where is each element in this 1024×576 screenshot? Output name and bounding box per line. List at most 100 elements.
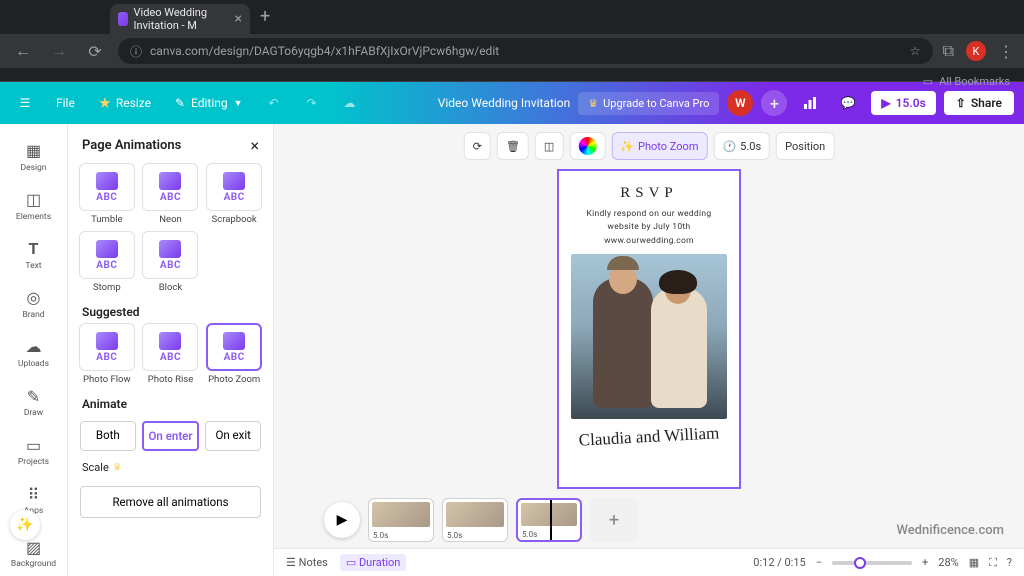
animation-block[interactable]: ABC xyxy=(142,231,198,279)
play-icon: ▶ xyxy=(881,96,890,110)
browser-chrome: Video Wedding Invitation - M × + ← → ⟳ ⓘ… xyxy=(0,0,1024,82)
animation-tumble[interactable]: ABC xyxy=(79,163,135,211)
timeline-frame-1[interactable]: 5.0s xyxy=(368,498,434,542)
timing-on-exit[interactable]: On exit xyxy=(205,421,261,451)
signature-text[interactable]: Claudia and William xyxy=(571,422,728,450)
animation-stomp[interactable]: ABC xyxy=(79,231,135,279)
color-wheel-icon xyxy=(578,137,596,155)
bottom-bar: ☰ Notes ▭ Duration 0:12 / 0:15 − + 28% ▦… xyxy=(274,548,1024,576)
scale-control[interactable]: Scale ♛ xyxy=(68,457,273,478)
bookmarks-label[interactable]: All Bookmarks xyxy=(939,75,1010,88)
split-button[interactable]: ◫ xyxy=(535,132,563,160)
url-input[interactable]: ⓘ canva.com/design/DAGTo6yqgb4/x1hFABfXj… xyxy=(118,38,933,64)
hamburger-menu[interactable]: ☰ xyxy=(10,88,40,118)
wedding-photo[interactable] xyxy=(571,254,727,419)
duration-selector[interactable]: 🕐 5.0s xyxy=(713,132,770,160)
undo-button[interactable]: ↶ xyxy=(259,88,289,118)
chevron-down-icon: ▼ xyxy=(234,98,243,109)
rsvp-heading[interactable]: RSVP xyxy=(571,185,727,202)
timeline: ▶ 5.0s 5.0s 5.0s + xyxy=(274,492,1024,548)
extensions-icon[interactable]: ⧉ xyxy=(943,41,954,61)
profile-avatar[interactable]: K xyxy=(966,41,986,61)
redo-button[interactable]: ↷ xyxy=(297,88,327,118)
remove-animations-button[interactable]: Remove all animations xyxy=(80,486,261,518)
rail-uploads[interactable]: ☁Uploads xyxy=(4,330,64,375)
elements-icon: ◫ xyxy=(24,190,44,210)
panel-close-button[interactable]: × xyxy=(250,136,259,155)
uploads-icon: ☁ xyxy=(24,337,44,357)
animation-selector[interactable]: ✨ Photo Zoom xyxy=(611,132,707,160)
resize-button[interactable]: Resize xyxy=(91,92,159,114)
upgrade-button[interactable]: ♛ Upgrade to Canva Pro xyxy=(578,92,719,115)
file-menu[interactable]: File xyxy=(48,92,83,114)
left-rail: ▦Design ◫Elements TText ◎Brand ☁Uploads … xyxy=(0,124,68,576)
star-icon[interactable]: ☆ xyxy=(910,44,921,58)
animation-photo-rise[interactable]: ABC xyxy=(142,323,198,371)
animation-neon[interactable]: ABC xyxy=(142,163,198,211)
share-button[interactable]: ⇧ Share xyxy=(944,91,1014,115)
timeline-frame-3[interactable]: 5.0s xyxy=(516,498,582,542)
timing-on-enter[interactable]: On enter xyxy=(142,421,200,451)
add-frame-button[interactable]: + xyxy=(590,498,638,542)
rail-draw[interactable]: ✎Draw xyxy=(4,380,64,425)
rsvp-body[interactable]: Kindly respond on our wedding website by… xyxy=(571,208,727,234)
fullscreen-button[interactable]: ⛶ xyxy=(989,556,997,570)
secure-icon: ⓘ xyxy=(130,43,142,60)
rail-brand[interactable]: ◎Brand xyxy=(4,281,64,326)
rail-design[interactable]: ▦Design xyxy=(4,134,64,179)
rail-background[interactable]: ▨Background xyxy=(4,531,64,576)
new-tab-button[interactable]: + xyxy=(260,6,270,27)
play-presentation-button[interactable]: ▶ 15.0s xyxy=(871,91,935,115)
animation-photo-zoom[interactable]: ABC xyxy=(206,323,262,371)
browser-menu-icon[interactable]: ⋮ xyxy=(998,42,1014,61)
pencil-icon: ✎ xyxy=(175,96,185,110)
user-avatar[interactable]: W xyxy=(727,90,753,116)
timeline-play-button[interactable]: ▶ xyxy=(324,502,360,538)
timing-both[interactable]: Both xyxy=(80,421,136,451)
playhead[interactable] xyxy=(550,498,552,542)
animation-photo-flow[interactable]: ABC xyxy=(79,323,135,371)
canvas-area[interactable]: ⟳ 🗑 ◫ ✨ Photo Zoom 🕐 5.0s Position RSVP … xyxy=(274,124,1024,576)
cloud-sync-icon[interactable]: ☁ xyxy=(335,88,365,118)
forward-button[interactable]: → xyxy=(46,38,72,64)
duration-button[interactable]: ▭ Duration xyxy=(340,554,407,571)
text-icon: T xyxy=(24,239,44,259)
grid-view-button[interactable]: ▦ xyxy=(969,556,979,569)
rail-text[interactable]: TText xyxy=(4,232,64,277)
rail-elements[interactable]: ◫Elements xyxy=(4,183,64,228)
back-button[interactable]: ← xyxy=(10,38,36,64)
animation-scrapbook[interactable]: ABC xyxy=(206,163,262,211)
notes-button[interactable]: ☰ Notes xyxy=(286,556,328,569)
position-button[interactable]: Position xyxy=(776,132,834,160)
canva-header: ☰ File Resize ✎ Editing ▼ ↶ ↷ ☁ Video We… xyxy=(0,82,1024,124)
share-icon: ⇧ xyxy=(956,96,966,110)
reload-button[interactable]: ⟳ xyxy=(82,38,108,64)
editing-button[interactable]: ✎ Editing ▼ xyxy=(167,92,251,114)
magic-button[interactable]: ✨ xyxy=(10,510,40,540)
color-button[interactable] xyxy=(569,132,605,160)
document-title[interactable]: Video Wedding Invitation xyxy=(438,96,571,110)
url-text: canva.com/design/DAGTo6yqgb4/x1hFABfXjIx… xyxy=(150,44,499,58)
zoom-value: 28% xyxy=(938,556,958,569)
design-icon: ▦ xyxy=(24,141,44,161)
favicon xyxy=(118,12,128,26)
rsvp-website[interactable]: www.ourwedding.com xyxy=(571,236,727,246)
add-collaborator-button[interactable]: + xyxy=(761,90,787,116)
apps-icon: ⠿ xyxy=(24,484,44,504)
canvas-page[interactable]: RSVP Kindly respond on our wedding websi… xyxy=(557,169,741,489)
watermark: Wednificence.com xyxy=(896,523,1004,538)
zoom-in-button[interactable]: + xyxy=(922,556,928,569)
tab-close-icon[interactable]: × xyxy=(235,12,242,26)
comment-button[interactable]: 💬 xyxy=(833,88,863,118)
delete-button[interactable]: 🗑 xyxy=(497,132,529,160)
zoom-out-button[interactable]: − xyxy=(816,556,822,569)
animate-label: Animate xyxy=(68,391,273,415)
timeline-frame-2[interactable]: 5.0s xyxy=(442,498,508,542)
browser-tab[interactable]: Video Wedding Invitation - M × xyxy=(110,4,250,34)
help-button[interactable]: ? xyxy=(1007,556,1012,569)
zoom-slider[interactable] xyxy=(832,561,912,565)
tab-title: Video Wedding Invitation - M xyxy=(134,6,229,32)
sync-button[interactable]: ⟳ xyxy=(464,132,491,160)
analytics-button[interactable] xyxy=(795,88,825,118)
rail-projects[interactable]: ▭Projects xyxy=(4,429,64,474)
